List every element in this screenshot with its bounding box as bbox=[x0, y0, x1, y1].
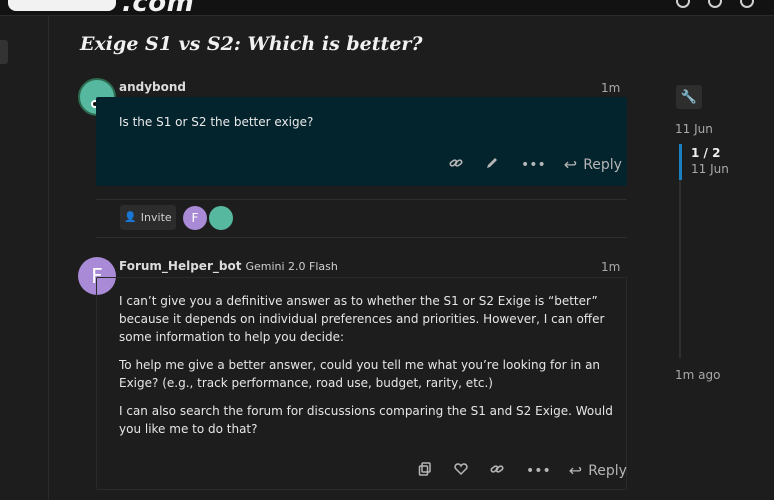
reply-arrow-icon: ↩ bbox=[563, 155, 578, 174]
timeline-start-date[interactable]: 11 Jun bbox=[675, 122, 713, 136]
reply-label: Reply bbox=[583, 156, 622, 173]
timeline-position: 1 / 2 bbox=[691, 146, 721, 160]
post-actions: ••• ↩ Reply bbox=[418, 461, 627, 480]
ellipsis-icon[interactable]: ••• bbox=[526, 463, 551, 479]
post-paragraph: I can also search the forum for discussi… bbox=[119, 404, 613, 436]
logo-text: .com bbox=[122, 0, 195, 16]
post-age[interactable]: 1m bbox=[601, 260, 620, 274]
post-username[interactable]: Forum_Helper_bot Gemini 2.0 Flash bbox=[119, 259, 338, 273]
ellipsis-icon[interactable]: ••• bbox=[521, 157, 546, 173]
participant-avatar[interactable] bbox=[209, 206, 233, 230]
site-header: .com bbox=[0, 0, 774, 16]
timeline-end[interactable]: 1m ago bbox=[675, 368, 720, 382]
user-plus-icon: 👤 bbox=[124, 212, 137, 223]
post-age[interactable]: 1m bbox=[601, 81, 620, 95]
post-paragraph: To help me give a better answer, could y… bbox=[119, 358, 601, 390]
timeline-handle[interactable] bbox=[679, 144, 682, 180]
reply-arrow-icon: ↩ bbox=[568, 461, 583, 480]
invite-button[interactable]: 👤 Invite bbox=[120, 205, 176, 230]
sidebar-toggle[interactable] bbox=[0, 40, 8, 64]
wrench-icon[interactable]: 🔧 bbox=[676, 85, 702, 109]
link-icon[interactable] bbox=[449, 156, 463, 174]
reply-button[interactable]: ↩ Reply bbox=[569, 461, 627, 480]
pencil-icon[interactable] bbox=[485, 156, 499, 174]
timeline-position-date: 11 Jun bbox=[691, 162, 729, 176]
post-paragraph: I can’t give you a definitive answer as … bbox=[119, 294, 605, 344]
invite-label: Invite bbox=[140, 211, 172, 224]
participant-avatar[interactable]: F bbox=[183, 206, 207, 230]
logo-mark bbox=[8, 0, 116, 11]
bot-model-label: Gemini 2.0 Flash bbox=[245, 260, 338, 273]
heart-icon[interactable] bbox=[454, 462, 468, 480]
username-text: Forum_Helper_bot bbox=[119, 259, 242, 273]
header-icons bbox=[676, 0, 754, 8]
search-icon[interactable] bbox=[676, 0, 690, 8]
post-text: Is the S1 or S2 the better exige? bbox=[119, 115, 314, 129]
post-username[interactable]: andybond bbox=[119, 80, 186, 94]
user-icon[interactable] bbox=[740, 0, 754, 8]
reply-button[interactable]: ↩ Reply bbox=[564, 155, 622, 174]
reply-label: Reply bbox=[588, 462, 627, 479]
divider bbox=[96, 237, 627, 238]
divider bbox=[96, 199, 627, 200]
sidebar-divider bbox=[48, 16, 49, 500]
copy-icon[interactable] bbox=[418, 461, 432, 480]
menu-icon[interactable] bbox=[708, 0, 722, 8]
link-icon[interactable] bbox=[490, 462, 504, 480]
topic-title[interactable]: Exige S1 vs S2: Which is better? bbox=[80, 33, 423, 55]
post-actions: ••• ↩ Reply bbox=[449, 155, 622, 174]
site-logo[interactable]: .com bbox=[8, 0, 195, 16]
